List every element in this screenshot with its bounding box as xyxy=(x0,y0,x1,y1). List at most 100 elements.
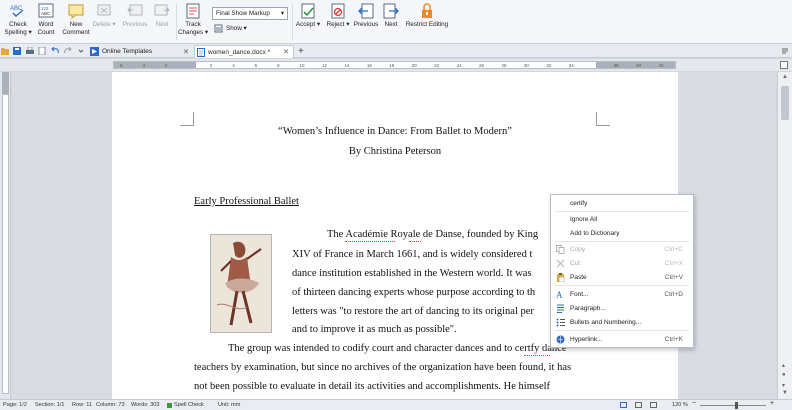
zoom-in-icon[interactable]: + xyxy=(770,400,774,407)
scroll-up-page-icon[interactable]: ▴ xyxy=(782,362,785,369)
track-changes-icon xyxy=(184,3,202,19)
font-icon: A xyxy=(555,290,565,300)
menu-item-suggestion-certify[interactable]: certify xyxy=(551,197,693,210)
print-layout-view-icon[interactable] xyxy=(620,402,627,408)
ruler-tick-label: 32 xyxy=(546,63,552,68)
track-changes-button[interactable]: Track Changes ▾ xyxy=(178,3,208,36)
word-count-button[interactable]: 123 ABC Word Count xyxy=(34,3,58,36)
tab-label: women_dance.docx * xyxy=(208,48,271,56)
zoom-out-icon[interactable]: − xyxy=(692,400,696,407)
lock-icon xyxy=(418,3,436,19)
status-zoom[interactable]: 120 % xyxy=(672,402,688,408)
outline-view-icon[interactable] xyxy=(650,402,657,408)
paragraph-line[interactable]: of thirteen dancing experts whose purpos… xyxy=(292,287,535,298)
previous-change-icon xyxy=(357,3,375,19)
horizontal-ruler[interactable]: 6 4 2 2 4 6 8 10 12 14 16 18 20 22 24 26 28 30 32 34 38 40 42 xyxy=(0,59,792,71)
previous-change-button[interactable]: Previous xyxy=(353,3,379,29)
close-icon[interactable]: ✕ xyxy=(283,48,289,56)
undo-icon[interactable] xyxy=(50,46,59,55)
paragraph-line[interactable]: not been possible to evaluate in detail … xyxy=(194,381,550,392)
ruler-toggle-icon[interactable] xyxy=(780,61,788,69)
menu-item-bullets-and-numbering[interactable]: Bullets and Numbering... xyxy=(551,316,693,329)
paste-icon xyxy=(555,273,565,283)
ruler-tick-label: 24 xyxy=(456,63,462,68)
tab-women-dance-docx[interactable]: women_dance.docx * ✕ xyxy=(194,45,294,58)
markup-display-select[interactable]: Final Show Markup ▾ xyxy=(212,7,288,20)
web-layout-view-icon[interactable] xyxy=(635,402,642,408)
select-browse-object-icon[interactable]: ● xyxy=(782,372,786,378)
paragraph-line-text: and to improve it as much as possible". xyxy=(292,324,457,335)
menu-item-add-to-dictionary[interactable]: Add to Dictionary xyxy=(551,227,693,240)
delete-comment-button[interactable]: Delete ▾ xyxy=(92,3,116,29)
open-folder-icon[interactable] xyxy=(1,46,10,55)
layout-options-icon[interactable] xyxy=(780,46,789,55)
document-title[interactable]: “Women’s Influence in Dance: From Ballet… xyxy=(112,126,678,137)
new-tab-button[interactable]: + xyxy=(296,45,308,58)
menu-separator xyxy=(555,330,689,331)
menu-item-font[interactable]: A Font... Ctrl+D xyxy=(551,288,693,301)
restrict-editing-button[interactable]: Restrict Editing xyxy=(404,3,450,29)
scroll-up-icon[interactable]: ▲ xyxy=(782,74,788,80)
reject-change-button[interactable]: Reject ▾ xyxy=(324,3,352,29)
tab-online-templates[interactable]: Online Templates ✕ xyxy=(88,45,193,58)
zoom-slider-knob[interactable] xyxy=(735,402,738,409)
close-icon[interactable]: ✕ xyxy=(183,48,189,56)
print-preview-icon[interactable] xyxy=(37,46,46,55)
zoom-slider-track[interactable] xyxy=(700,405,766,406)
status-words[interactable]: Words: 303 xyxy=(131,402,160,408)
ruler-tick-label: 2 xyxy=(209,63,213,68)
next-comment-button[interactable]: Next xyxy=(152,3,172,29)
menu-item-paragraph[interactable]: Paragraph... xyxy=(551,302,693,315)
customize-toolbar-icon[interactable] xyxy=(76,46,85,55)
scroll-down-page-icon[interactable]: ▾ xyxy=(782,382,785,389)
ruler-tick-label: 30 xyxy=(523,63,529,68)
scrollbar-thumb[interactable] xyxy=(781,86,789,120)
menu-item-cut[interactable]: Cut Ctrl+X xyxy=(551,257,693,270)
previous-comment-button[interactable]: Previous xyxy=(121,3,149,29)
paragraph-line[interactable]: and to improve it as much as possible". xyxy=(292,324,457,335)
menu-item-label: Hyperlink... xyxy=(570,336,603,343)
menu-item-label: Copy xyxy=(570,246,586,253)
status-section: Section: 1/1 xyxy=(35,402,65,408)
status-page[interactable]: Page: 1/2 xyxy=(3,402,27,408)
new-comment-label: New Comment xyxy=(62,21,90,36)
menu-separator xyxy=(555,211,689,212)
paragraph-line[interactable]: The Académie Royale de Danse, founded by… xyxy=(327,229,538,240)
ballet-dancer-image[interactable] xyxy=(210,234,272,333)
spell-check-icon xyxy=(167,403,172,408)
word-count-icon: 123 ABC xyxy=(37,3,55,19)
previous-comment-label: Previous xyxy=(122,21,148,28)
show-markup-button[interactable]: Show ▾ xyxy=(214,24,247,33)
menu-item-paste[interactable]: Paste Ctrl+V xyxy=(551,271,693,284)
menu-item-ignore-all[interactable]: Ignore All xyxy=(551,213,693,226)
document-author[interactable]: By Christina Peterson xyxy=(112,146,678,157)
print-icon[interactable] xyxy=(25,46,34,55)
menu-separator xyxy=(555,285,689,286)
menu-item-shortcut: Ctrl+K xyxy=(664,336,683,343)
next-change-icon xyxy=(382,3,400,19)
vertical-scrollbar[interactable]: ▲ ▴ ● ▾ ▼ xyxy=(777,72,792,399)
paragraph-line[interactable]: The group was intended to codify court a… xyxy=(228,343,566,354)
ruler-tick-label: 28 xyxy=(501,63,507,68)
section-heading[interactable]: Early Professional Ballet xyxy=(194,196,299,207)
paragraph-line[interactable]: XIV of France in March 1661, and is wide… xyxy=(292,249,532,260)
menu-separator xyxy=(555,241,689,242)
next-change-button[interactable]: Next xyxy=(382,3,400,29)
accept-change-button[interactable]: Accept ▾ xyxy=(294,3,322,29)
status-spell-check[interactable]: Spell Check xyxy=(174,402,204,408)
new-comment-button[interactable]: New Comment xyxy=(62,3,90,36)
paragraph-line[interactable]: dance institution established in the Wes… xyxy=(292,268,532,279)
status-unit[interactable]: Unit: mm xyxy=(218,402,240,408)
ruler-tick-label: 40 xyxy=(636,63,642,68)
ruler-tick-label: 34 xyxy=(568,63,574,68)
menu-item-copy[interactable]: Copy Ctrl+C xyxy=(551,243,693,256)
paragraph-line-text: XIV of France in March 1661, and is wide… xyxy=(292,249,533,260)
menu-item-hyperlink[interactable]: Hyperlink... Ctrl+K xyxy=(551,333,693,346)
paragraph-line[interactable]: teachers by examination, but since no ar… xyxy=(194,362,571,373)
paragraph-line[interactable]: letters was "to restore the art of danci… xyxy=(292,306,534,317)
accept-change-label: Accept ▾ xyxy=(295,21,321,28)
save-icon[interactable] xyxy=(12,46,21,55)
check-spelling-button[interactable]: ABC Check Spelling ▾ xyxy=(4,3,32,36)
redo-icon[interactable] xyxy=(63,46,72,55)
scroll-down-icon[interactable]: ▼ xyxy=(782,390,788,396)
